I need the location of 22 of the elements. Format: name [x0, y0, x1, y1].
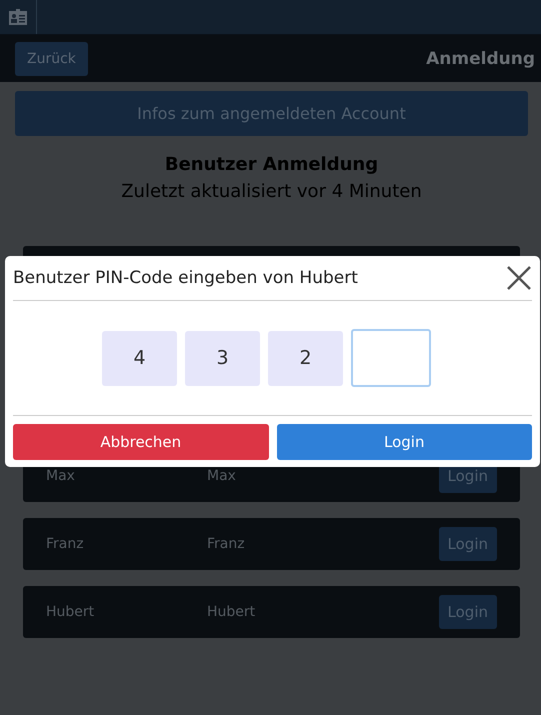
user-display-name: Franz — [207, 536, 246, 552]
login-button[interactable]: Login — [438, 595, 497, 629]
login-button[interactable]: Login — [276, 424, 532, 460]
user-name: Franz — [46, 536, 85, 552]
login-button[interactable]: Login — [438, 527, 497, 561]
cancel-button[interactable]: Abbrechen — [13, 424, 268, 460]
user-display-name: Max — [207, 468, 237, 484]
pin-digit-field[interactable]: 3 — [185, 330, 260, 386]
user-display-name: Hubert — [207, 604, 256, 620]
dialog-title: Benutzer PIN-Code eingeben von Hubert — [13, 268, 358, 288]
last-updated-text: Zuletzt aktualisiert vor 4 Minuten — [120, 181, 423, 202]
pin-digit-field[interactable]: 2 — [268, 330, 343, 386]
pin-digit-field[interactable] — [351, 329, 431, 387]
id-card-icon[interactable] — [8, 8, 28, 26]
user-name: Hubert — [46, 604, 96, 620]
section-heading: Benutzer Anmeldung — [164, 154, 380, 175]
close-icon[interactable] — [506, 265, 532, 291]
page-title: Anmeldung — [426, 48, 535, 68]
pin-digit-field[interactable]: 4 — [102, 330, 177, 386]
user-name: Max — [46, 468, 76, 484]
account-info-button[interactable]: Infos zum angemeldeten Account — [15, 91, 528, 136]
back-button[interactable]: Zurück — [15, 42, 88, 76]
